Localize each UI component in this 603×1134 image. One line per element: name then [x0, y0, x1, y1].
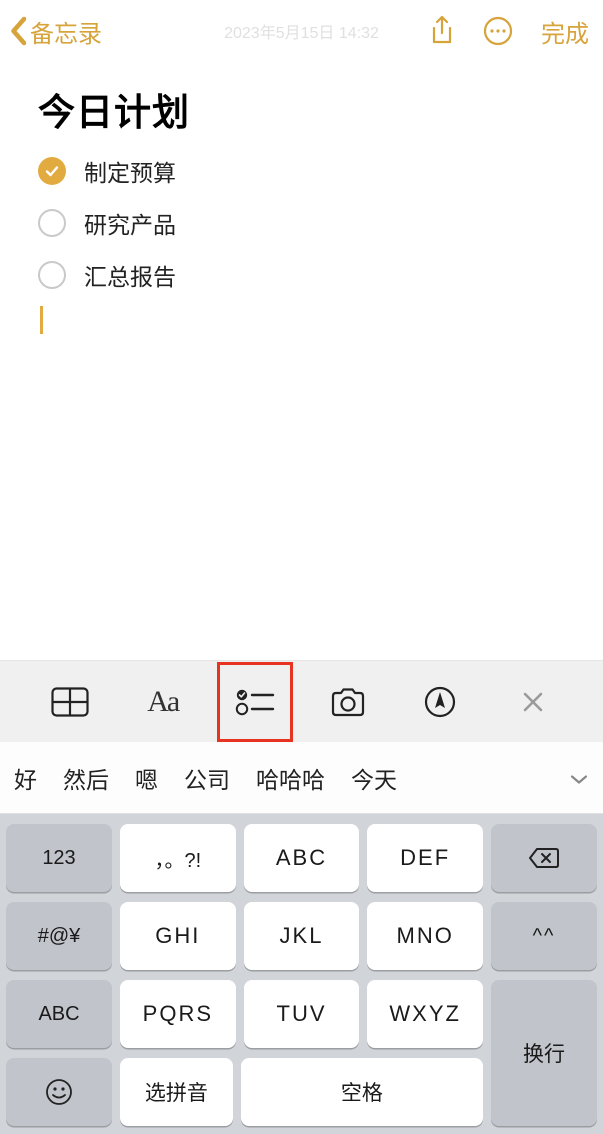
close-keyboard-button[interactable] [508, 677, 558, 727]
checkbox-checked-icon[interactable] [38, 157, 66, 185]
more-button[interactable] [483, 16, 513, 46]
table-icon [51, 687, 89, 717]
table-button[interactable] [45, 677, 95, 727]
done-button[interactable]: 完成 [541, 14, 589, 49]
text-cursor [40, 306, 43, 334]
key-space[interactable]: 空格 [241, 1058, 483, 1126]
key-mno[interactable]: MNO [367, 902, 483, 970]
key-emoji[interactable] [6, 1058, 112, 1126]
key-123[interactable]: 123 [6, 824, 112, 892]
note-title[interactable]: 今日计划 [38, 82, 569, 136]
key-wxyz[interactable]: WXYZ [367, 980, 483, 1048]
key-backspace[interactable] [491, 824, 597, 892]
key-symbols[interactable]: #@¥ [6, 902, 112, 970]
markup-icon [424, 686, 456, 718]
suggestion[interactable]: 今天 [351, 761, 397, 795]
key-alpha[interactable]: ABC [6, 980, 112, 1048]
expand-suggestions-button[interactable] [569, 764, 589, 791]
nav-actions: 完成 [429, 14, 589, 49]
key-pqrs[interactable]: PQRS [120, 980, 236, 1048]
checklist-icon [235, 687, 275, 717]
key-jkl[interactable]: JKL [244, 902, 360, 970]
checklist-item-text: 汇总报告 [84, 258, 176, 292]
fade-overlay [503, 742, 563, 813]
suggestion[interactable]: 公司 [184, 761, 230, 795]
text-format-button[interactable]: Aa [138, 677, 188, 727]
key-grid: 123 ，。?! ABC DEF #@¥ GHI JKL MNO ^^ ABC … [0, 814, 603, 1134]
checklist-item-text: 研究产品 [84, 206, 176, 240]
suggestion[interactable]: 然后 [63, 761, 109, 795]
back-button[interactable]: 备忘录 [8, 14, 102, 49]
emoji-icon [45, 1078, 73, 1106]
key-pinyin[interactable]: 选拼音 [120, 1058, 233, 1126]
share-icon [429, 15, 455, 47]
key-punct[interactable]: ，。?! [120, 824, 236, 892]
nav-bar: 备忘录 2023年5月15日 14:32 完成 [0, 0, 603, 62]
key-emoticon[interactable]: ^^ [491, 902, 597, 970]
checklist-item[interactable]: 制定预算 [38, 154, 569, 188]
checkbox-empty-icon[interactable] [38, 209, 66, 237]
aa-icon: Aa [147, 685, 178, 719]
chevron-down-icon [569, 773, 589, 785]
key-ghi[interactable]: GHI [120, 902, 236, 970]
key-def[interactable]: DEF [367, 824, 483, 892]
back-label: 备忘录 [30, 14, 102, 49]
key-tuv[interactable]: TUV [244, 980, 360, 1048]
camera-icon [329, 687, 367, 717]
suggestion-bar: 好 然后 嗯 公司 哈哈哈 今天 [0, 742, 603, 814]
checklist: 制定预算 研究产品 汇总报告 [38, 154, 569, 292]
chevron-left-icon [8, 16, 28, 46]
backspace-icon [528, 846, 560, 870]
close-icon [521, 690, 545, 714]
suggestion[interactable]: 嗯 [135, 761, 158, 795]
checklist-item[interactable]: 汇总报告 [38, 258, 569, 292]
key-return[interactable]: 换行 [491, 980, 597, 1126]
checklist-item-text: 制定预算 [84, 154, 176, 188]
ellipsis-circle-icon [483, 16, 513, 46]
checklist-button[interactable] [230, 677, 280, 727]
suggestion[interactable]: 哈哈哈 [256, 761, 325, 795]
keyboard: 好 然后 嗯 公司 哈哈哈 今天 123 ，。?! ABC DEF #@ [0, 742, 603, 1134]
note-content[interactable]: 今日计划 制定预算 研究产品 汇总报告 [0, 62, 603, 660]
checklist-item[interactable]: 研究产品 [38, 206, 569, 240]
key-abc[interactable]: ABC [244, 824, 360, 892]
markup-button[interactable] [415, 677, 465, 727]
suggestion[interactable]: 好 [14, 761, 37, 795]
share-button[interactable] [429, 15, 455, 47]
checkbox-empty-icon[interactable] [38, 261, 66, 289]
format-toolbar: Aa [0, 660, 603, 742]
camera-button[interactable] [323, 677, 373, 727]
